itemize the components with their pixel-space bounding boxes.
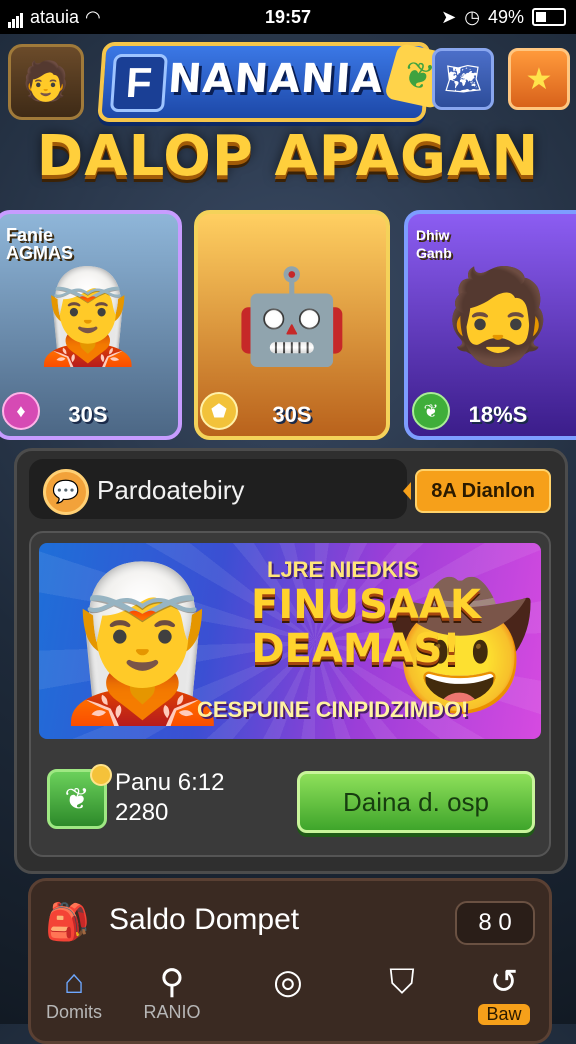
player-name-bar[interactable]: 💬 Pardoatebiry xyxy=(29,459,407,519)
coin-icon xyxy=(90,764,112,786)
nav-label: Baw xyxy=(478,1004,530,1025)
status-bar: atauia ◠ 19:57 ➤ ◷ 49% xyxy=(0,0,576,34)
chat-icon: 💬 xyxy=(43,469,89,515)
hero-card[interactable]: 🧝 Fanie AGMAS ♦ 30S xyxy=(0,210,182,440)
nav-item-search[interactable]: ⚲ RANIO xyxy=(132,962,212,1023)
map-icon: 🗺 xyxy=(443,62,483,96)
hero-value: 18%S xyxy=(468,402,528,427)
hero-label: Dhiw Ganb xyxy=(416,227,452,261)
profile-avatar[interactable]: 🧑 xyxy=(8,44,84,120)
player-name: Pardoatebiry xyxy=(97,475,245,505)
logo-letter: F xyxy=(109,54,168,112)
shield-icon: ⛉ xyxy=(389,963,415,1001)
star-icon: ★ xyxy=(525,62,553,96)
rank-tag[interactable]: 8A Dianlon xyxy=(403,469,551,513)
wallet-title: Saldo Dompet xyxy=(109,903,300,936)
stat-line-1: Panu 6:12 xyxy=(115,769,225,796)
map-button[interactable]: 🗺 xyxy=(432,48,494,110)
nav-label: Domits xyxy=(45,1002,102,1022)
hero-portrait: 🤖 xyxy=(234,265,350,368)
location-icon: ➤ xyxy=(441,6,457,27)
main-panel: 💬 Pardoatebiry 8A Dianlon 🧝 🤠 LJRE NIEDK… xyxy=(14,448,568,874)
star-button[interactable]: ★ xyxy=(508,48,570,110)
event-card: 🧝 🤠 LJRE NIEDKIS FINUSAAK DEAMAS! CESPUI… xyxy=(29,531,551,857)
page-headline: DALOP APAGAN xyxy=(36,124,540,189)
wallet-count: 8 0 xyxy=(455,901,535,945)
home-icon: ⌂ xyxy=(63,963,85,1001)
battery-icon xyxy=(532,8,566,26)
game-logo: F NANANIA ❦ xyxy=(97,42,454,122)
leaf-icon: ❦ xyxy=(47,764,112,829)
alarm-icon: ◷ xyxy=(464,6,480,27)
hero-value: 30S xyxy=(68,402,108,427)
status-right: ➤ ◷ 49% xyxy=(441,7,566,28)
wallet-icon: 🎒 xyxy=(45,901,90,942)
bottom-nav: ⌂ Domits ⚲ RANIO ◎ ⛉ ↺ Baw xyxy=(28,962,546,1025)
battery-percent: 49% xyxy=(487,6,524,27)
compass-icon: ◎ xyxy=(273,963,303,1001)
search-icon: ⚲ xyxy=(159,963,185,1001)
reward-stat: ❦ Panu 6:12 2280 xyxy=(47,764,224,829)
nav-item-home[interactable]: ⌂ Domits xyxy=(34,962,114,1023)
claim-button[interactable]: Daina d. osp xyxy=(297,771,535,833)
banner-title: FINUSAAK DEAMAS! xyxy=(251,582,481,672)
nav-label: RANIO xyxy=(143,1002,201,1022)
hero-card[interactable]: 🧔 Dhiw Ganb ❦ 18%S xyxy=(404,210,576,440)
banner-tagline: CESPUINE CINPIDZIMDO! xyxy=(197,697,469,722)
refresh-icon: ↺ xyxy=(489,963,519,1001)
hero-value: 30S xyxy=(272,402,312,427)
nav-item-shield[interactable]: ⛉ xyxy=(362,962,442,1002)
logo-title: NANANIA xyxy=(166,56,386,102)
event-banner[interactable]: 🧝 🤠 LJRE NIEDKIS FINUSAAK DEAMAS! CESPUI… xyxy=(39,543,541,739)
hero-label: Fanie AGMAS xyxy=(6,225,73,263)
hero-card[interactable]: 🤖 ⬟ 30S xyxy=(194,210,390,440)
nav-item-back[interactable]: ↺ Baw xyxy=(464,962,544,1025)
nav-item-compass[interactable]: ◎ xyxy=(248,962,328,1002)
stat-line-2: 2280 xyxy=(115,799,169,826)
banner-subtitle: LJRE NIEDKIS xyxy=(267,557,419,582)
